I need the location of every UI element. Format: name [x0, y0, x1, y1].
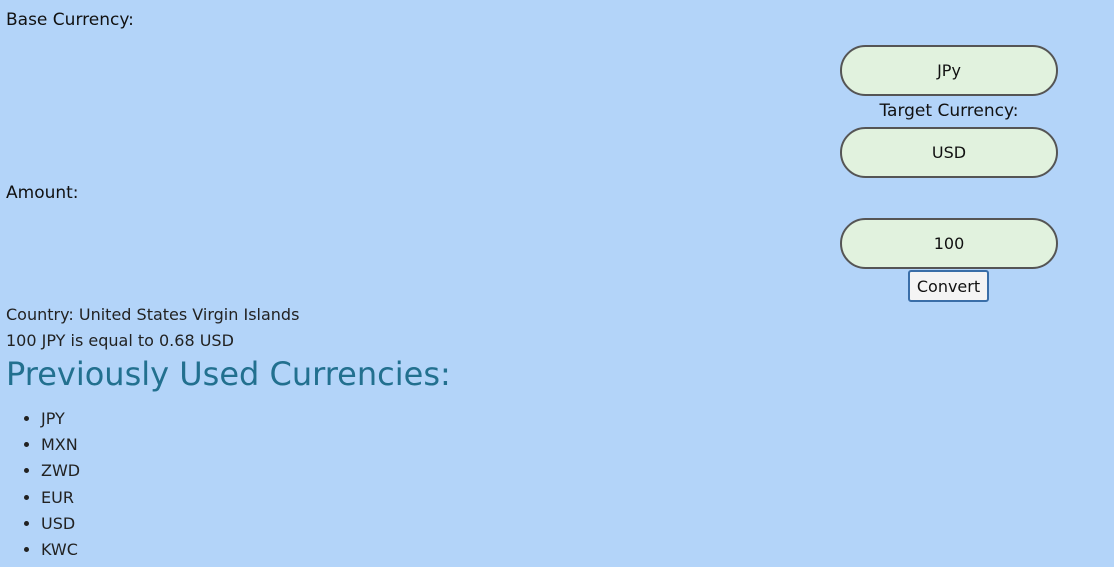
base-currency-input[interactable] [840, 45, 1058, 96]
amount-label: Amount: [6, 183, 79, 203]
target-currency-label: Target Currency: [879, 101, 1019, 121]
target-currency-input[interactable] [840, 127, 1058, 178]
list-item: EUR [41, 485, 80, 511]
country-result: Country: United States Virgin Islands [6, 305, 300, 324]
amount-input[interactable] [840, 218, 1058, 269]
convert-button[interactable]: Convert [908, 270, 989, 302]
list-item: MXN [41, 432, 80, 458]
previous-currencies-title: Previously Used Currencies: [6, 355, 451, 393]
list-item: JPY [41, 406, 80, 432]
list-item: ZWD [41, 458, 80, 484]
previous-currencies-list: JPY MXN ZWD EUR USD KWC [0, 406, 80, 563]
conversion-result: 100 JPY is equal to 0.68 USD [6, 331, 234, 350]
base-currency-label: Base Currency: [6, 10, 134, 30]
list-item: USD [41, 511, 80, 537]
list-item: KWC [41, 537, 80, 563]
